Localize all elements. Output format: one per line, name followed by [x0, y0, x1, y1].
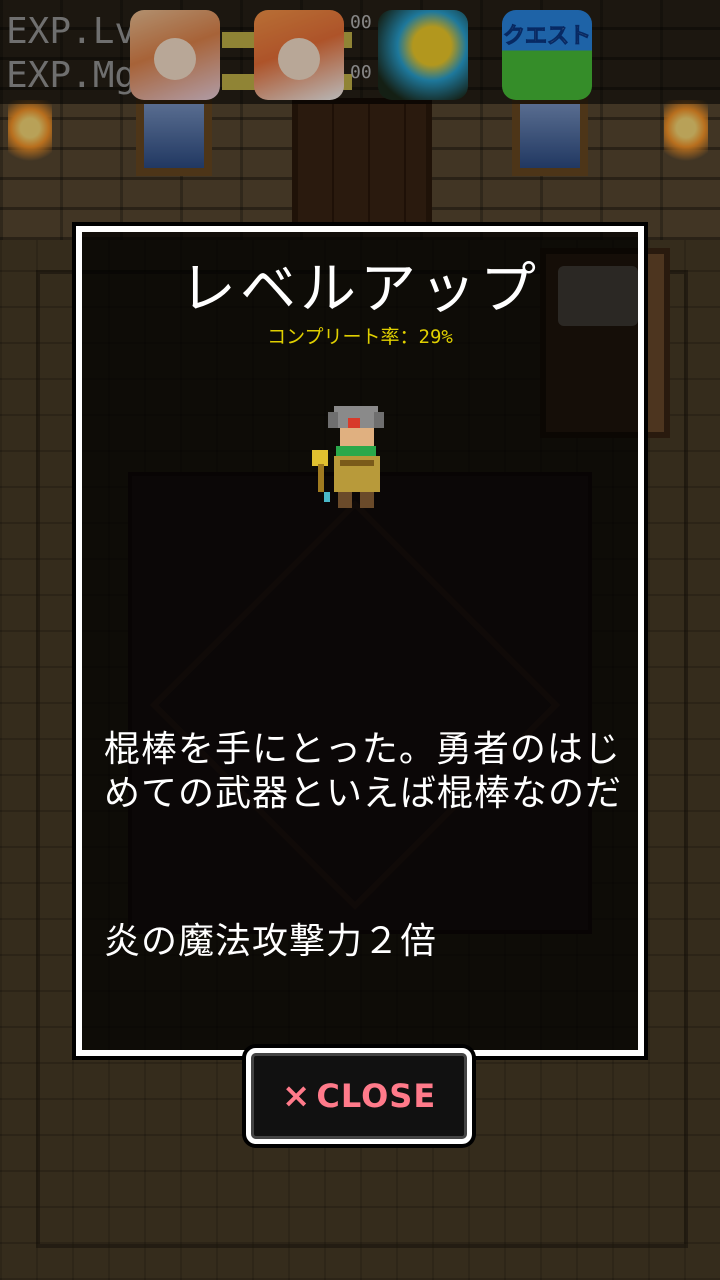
hero-sprite-icon — [312, 406, 384, 508]
close-icon: × — [281, 1076, 311, 1116]
close-label: CLOSE — [316, 1077, 437, 1115]
level-up-dialog: レベルアップ コンプリート率：29% 棍棒を手にとった。勇者のはじめての武器とい… — [76, 226, 644, 1056]
item-effect: 炎の魔法攻撃力２倍 — [104, 921, 438, 962]
dialog-title: レベルアップ — [180, 257, 540, 322]
completion-rate: コンプリート率：29% — [267, 326, 453, 348]
close-button[interactable]: × CLOSE — [246, 1048, 472, 1144]
item-description: 棍棒を手にとった。勇者のはじめての武器といえば棍棒なのだ — [104, 729, 623, 814]
